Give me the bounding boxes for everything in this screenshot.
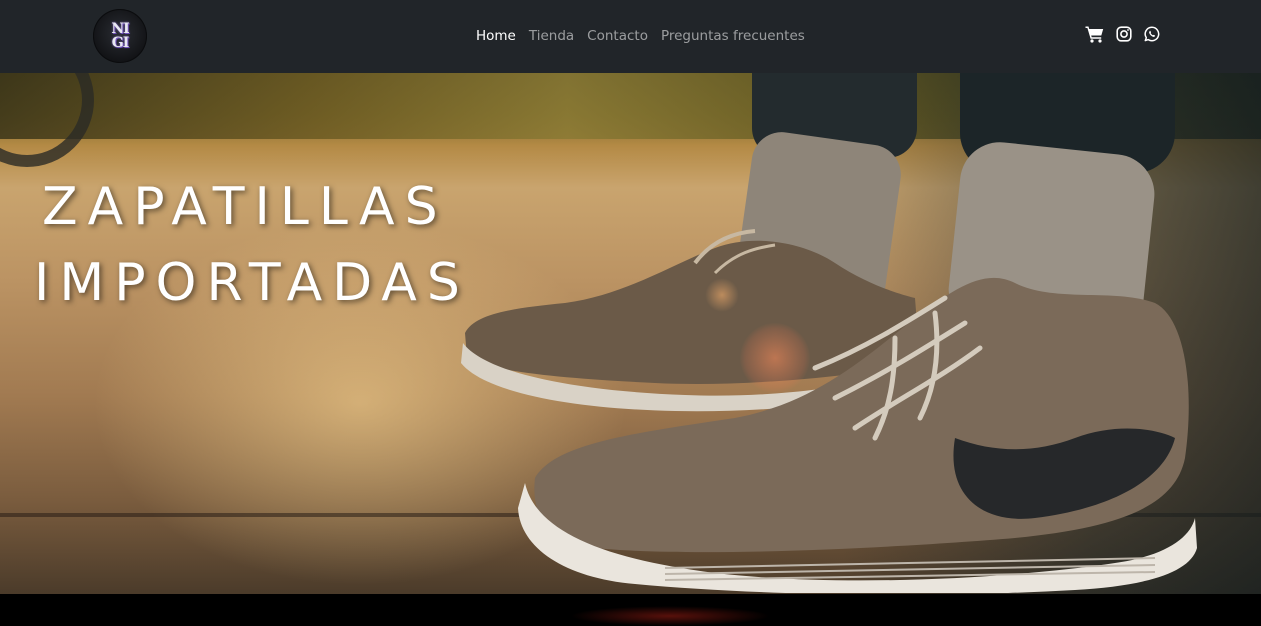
main-nav: Home Tienda Contacto Preguntas frecuente… (476, 26, 818, 46)
sneaker-front-image (518, 277, 1197, 593)
nav-icons (1085, 25, 1172, 47)
next-section-strip (0, 594, 1261, 626)
instagram-icon[interactable] (1116, 26, 1132, 46)
lens-flare (740, 323, 810, 393)
whatsapp-icon[interactable] (1144, 26, 1160, 46)
cart-icon[interactable] (1085, 25, 1104, 47)
logo-text: NI GI (93, 9, 147, 63)
bench-decoration (0, 73, 94, 167)
nav-link-home[interactable]: Home (476, 26, 516, 46)
brand-logo[interactable]: NI GI (93, 9, 147, 63)
hero-title-line2: IMPORTADAS (34, 253, 470, 313)
logo-text-line2: GI (111, 35, 129, 51)
lens-flare-small (705, 278, 739, 312)
nav-link-preguntas-frecuentes[interactable]: Preguntas frecuentes (661, 26, 805, 46)
nav-link-tienda[interactable]: Tienda (529, 26, 574, 46)
hero-title-line1: ZAPATILLAS (42, 177, 448, 237)
hero-banner: ZAPATILLAS IMPORTADAS (0, 73, 1261, 594)
logo-text-line1: NI (111, 21, 129, 37)
nav-link-contacto[interactable]: Contacto (587, 26, 648, 46)
hero-title: ZAPATILLAS IMPORTADAS (34, 169, 470, 321)
next-section-glow (570, 606, 770, 626)
navbar: NI GI Home Tienda Contacto Preguntas fre… (0, 0, 1261, 73)
